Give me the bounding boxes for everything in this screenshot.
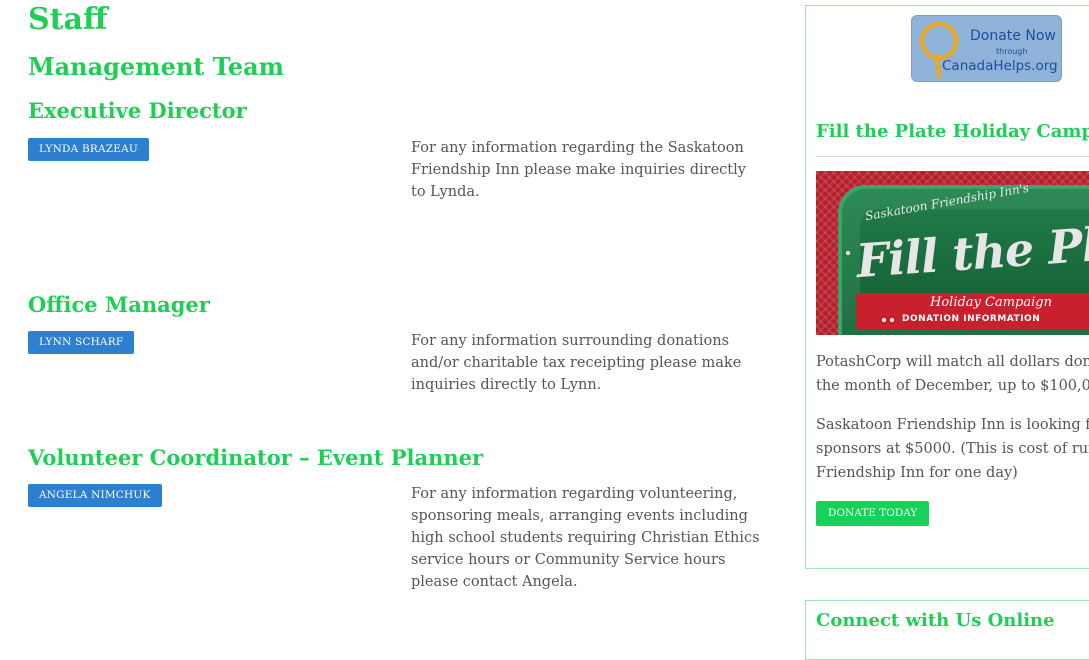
fill-the-plate-campaign-image[interactable]: Saskatoon Friendship Inn's Fill the Plat… [816, 171, 1089, 335]
image-info-text: DONATION INFORMATION [902, 314, 1041, 324]
role-heading-office-manager: Office Manager [28, 292, 210, 317]
canadahelps-logo-icon [920, 22, 958, 60]
staff-description-lynn: For any information surrounding donation… [411, 333, 742, 393]
star-dot-icon [882, 318, 886, 322]
image-subtitle: Holiday Campaign [930, 295, 1052, 310]
divider [816, 156, 1089, 157]
donate-today-button[interactable]: DONATE TODAY [816, 501, 930, 526]
through-text: through [996, 47, 1028, 56]
page-title: Staff [28, 2, 108, 37]
staff-name-button-lynn[interactable]: LYNN SCHARF [28, 331, 135, 354]
star-dot-icon [890, 318, 894, 322]
campaign-title: Fill the Plate Holiday Campaign [816, 121, 1089, 142]
connect-title: Connect with Us Online [816, 610, 1055, 631]
staff-name-button-lynda[interactable]: LYNDA BRAZEAU [28, 138, 149, 161]
staff-description-lynda: For any information regarding the Saskat… [411, 140, 746, 200]
donate-now-text: Donate Now [970, 28, 1056, 44]
campaign-text-line: PotashCorp will match all dollars donate… [816, 354, 1089, 370]
campaign-text-line: Saskatoon Friendship Inn is looking for [816, 417, 1089, 433]
staff-description-angela: For any information regarding volunteeri… [411, 486, 760, 590]
canadahelps-text: CanadaHelps.org [942, 58, 1058, 74]
campaign-text-line: the month of December, up to $100,000. [816, 378, 1089, 394]
campaign-text-line: sponsors at $5000. (This is cost of runn… [816, 441, 1089, 457]
staff-name-button-angela[interactable]: ANGELA NIMCHUK [28, 484, 162, 507]
role-heading-executive-director: Executive Director [28, 98, 247, 123]
sparkle-icon [846, 251, 850, 255]
campaign-text-line: Friendship Inn for one day) [816, 465, 1018, 481]
donate-now-canadahelps-link[interactable]: Donate Now through CanadaHelps.org [911, 15, 1062, 82]
section-title: Management Team [28, 52, 285, 81]
role-heading-volunteer-coordinator: Volunteer Coordinator – Event Planner [28, 445, 484, 470]
